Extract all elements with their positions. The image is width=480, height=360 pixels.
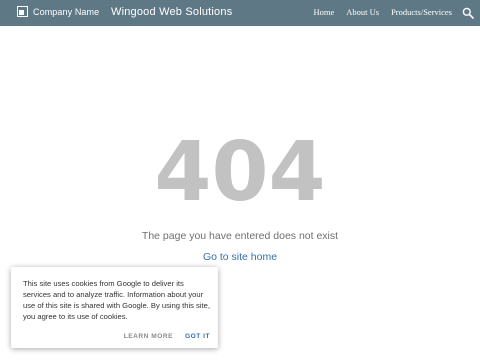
- site-header: Company Name Wingood Web Solutions Home …: [0, 0, 480, 26]
- logo-text: Company Name: [33, 6, 100, 17]
- logo-icon: [17, 6, 28, 17]
- got-it-button[interactable]: GOT IT: [185, 333, 210, 340]
- learn-more-button[interactable]: LEARN MORE: [124, 333, 173, 340]
- nav-item-products-services[interactable]: Products/Services: [391, 7, 452, 17]
- page: Company Name Wingood Web Solutions Home …: [0, 0, 480, 360]
- cookie-notice-text: This site uses cookies from Google to de…: [23, 279, 210, 321]
- error-message: The page you have entered does not exist: [141, 230, 339, 242]
- site-title[interactable]: Wingood Web Solutions: [111, 6, 232, 18]
- company-logo[interactable]: Company Name: [17, 6, 99, 17]
- search-icon[interactable]: [462, 7, 474, 19]
- cookie-banner: This site uses cookies from Google to de…: [11, 267, 218, 348]
- error-code: 404: [154, 125, 326, 220]
- cookie-actions: LEARN MORE GOT IT: [112, 333, 210, 340]
- nav-item-about-us[interactable]: About Us: [346, 7, 379, 17]
- nav-item-home[interactable]: Home: [313, 7, 334, 17]
- main-nav: Home About Us Products/Services: [301, 7, 452, 17]
- site-home-link[interactable]: Go to site home: [0, 251, 480, 263]
